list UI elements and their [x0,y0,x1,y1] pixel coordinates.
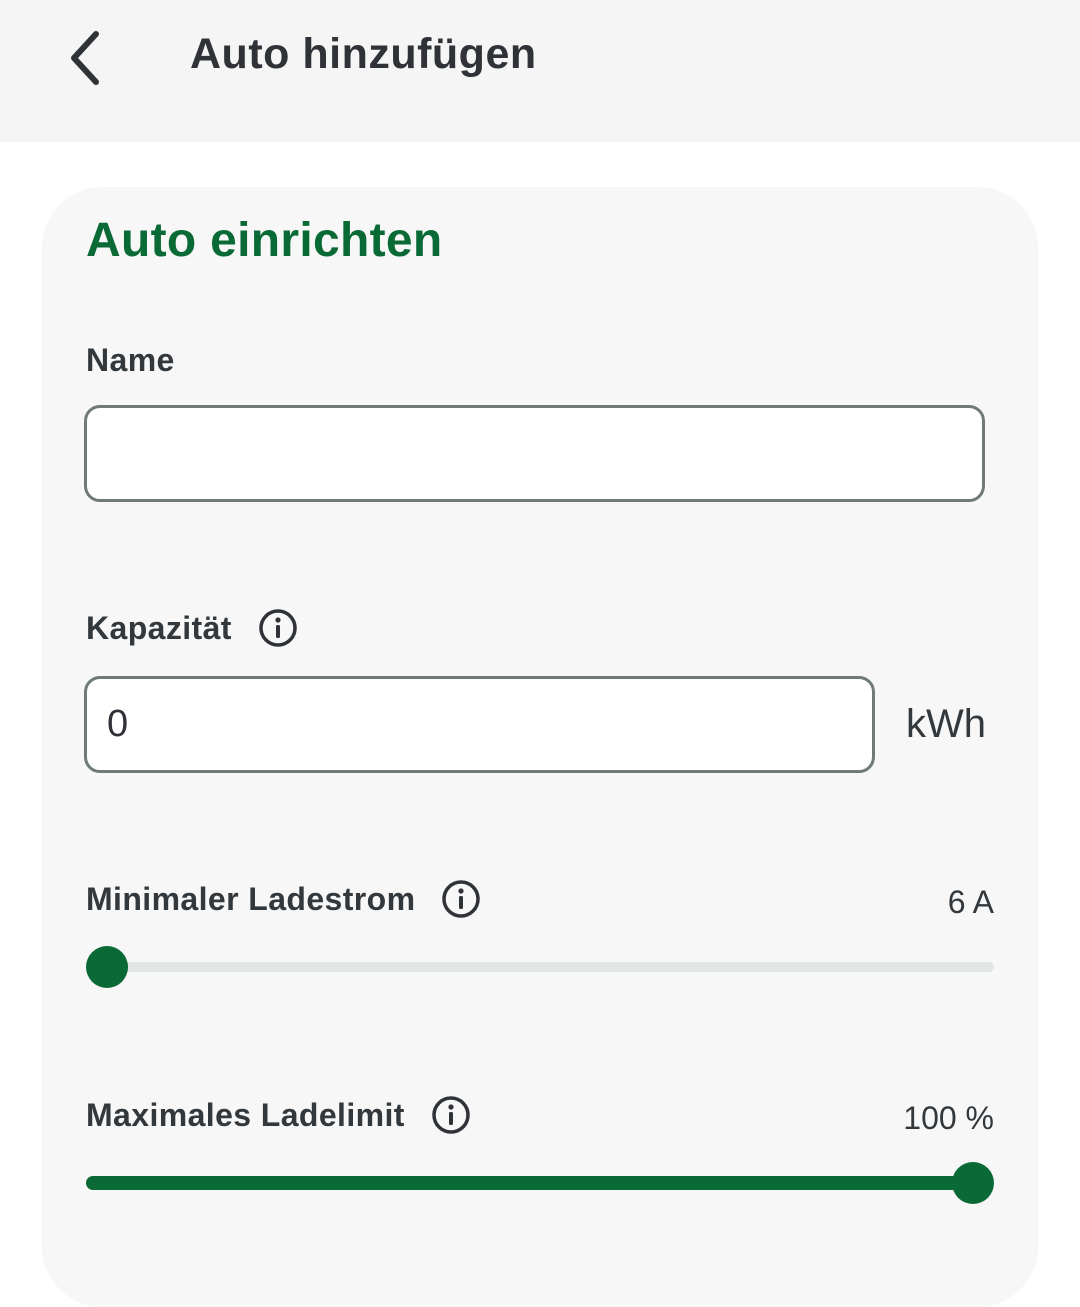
capacity-label-text: Kapazität [86,609,232,646]
app-bar: Auto hinzufügen [0,0,1080,142]
slider-track [86,962,994,972]
info-icon[interactable] [258,608,298,648]
name-label-text: Name [86,342,175,378]
chevron-left-icon [71,31,99,85]
capacity-label: Kapazität [86,608,298,648]
setup-card: Auto einrichten Name Kapazität kWh Minim… [42,187,1038,1307]
max-charge-limit-label-text: Maximales Ladelimit [86,1096,405,1133]
info-icon[interactable] [431,1095,471,1135]
capacity-unit: kWh [906,702,986,746]
name-label: Name [86,342,175,379]
min-charge-current-label-text: Minimaler Ladestrom [86,880,416,917]
max-charge-limit-value: 100 % [903,1100,994,1136]
card-title: Auto einrichten [86,214,443,267]
min-charge-current-label: Minimaler Ladestrom [86,879,481,919]
slider-thumb[interactable] [952,1162,994,1204]
min-charge-current-value: 6 A [947,884,994,920]
max-charge-limit-label: Maximales Ladelimit [86,1095,471,1135]
min-charge-current-slider[interactable] [86,943,994,991]
capacity-input[interactable] [84,676,875,773]
max-charge-limit-slider[interactable] [86,1159,994,1207]
slider-thumb[interactable] [86,946,128,988]
slider-fill [86,1176,973,1190]
page-title: Auto hinzufügen [190,30,537,78]
info-icon[interactable] [441,879,481,919]
back-button[interactable] [50,22,122,94]
name-input[interactable] [84,405,985,502]
